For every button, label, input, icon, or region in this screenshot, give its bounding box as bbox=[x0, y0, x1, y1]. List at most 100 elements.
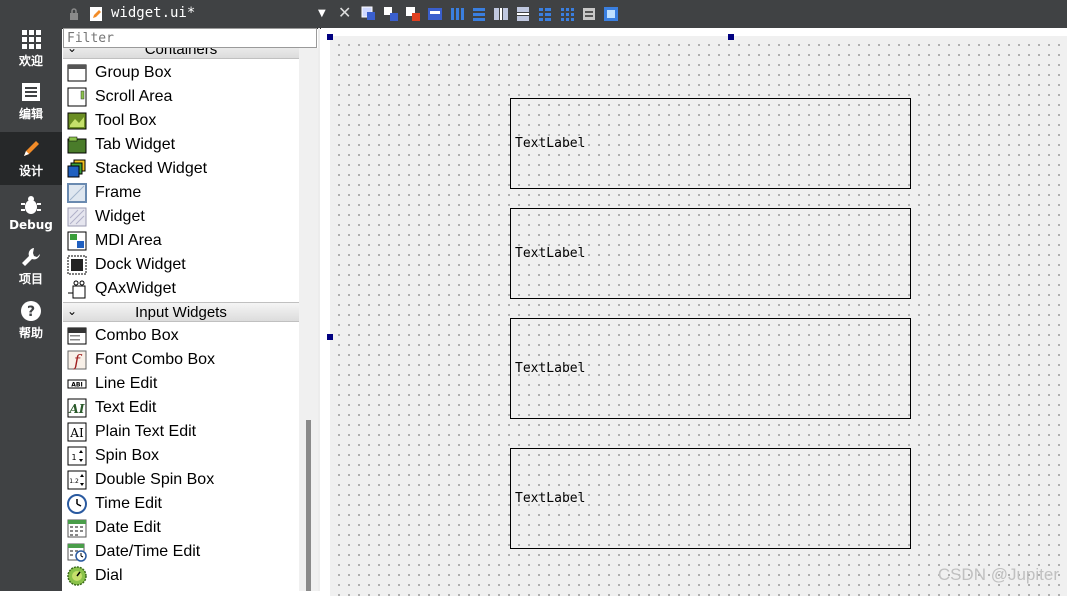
widget-box-panel: ⌄ Containers Group Box Scroll Area Tool … bbox=[63, 48, 299, 591]
scroll-area-icon bbox=[67, 87, 87, 107]
resize-handle[interactable] bbox=[327, 34, 333, 40]
layout-horizontal-icon[interactable] bbox=[448, 5, 466, 23]
widget-item-plain-text-edit[interactable]: AI Plain Text Edit bbox=[63, 420, 299, 444]
category-header-input-widgets[interactable]: ⌄ Input Widgets bbox=[63, 302, 299, 322]
pencil-icon bbox=[24, 141, 39, 156]
time-edit-icon bbox=[67, 494, 87, 514]
widget-item-stacked-widget[interactable]: Stacked Widget bbox=[63, 157, 299, 181]
widget-item-double-spin-box[interactable]: 1.2 Double Spin Box bbox=[63, 468, 299, 492]
lock-icon bbox=[70, 8, 78, 20]
help-icon: ? bbox=[21, 301, 41, 321]
resize-handle[interactable] bbox=[728, 34, 734, 40]
close-file-icon[interactable]: ✕ bbox=[338, 3, 351, 22]
dial-icon bbox=[67, 566, 87, 586]
widget-item-text-edit[interactable]: AI Text Edit bbox=[63, 396, 299, 420]
widget-item-spin-box[interactable]: 1 Spin Box bbox=[63, 444, 299, 468]
widget-item-tool-box[interactable]: Tool Box bbox=[63, 109, 299, 133]
svg-text:?: ? bbox=[27, 304, 35, 320]
open-file-name[interactable]: widget.ui* bbox=[111, 5, 195, 21]
font-combo-box-icon: f bbox=[67, 350, 87, 370]
layout-grid-icon[interactable] bbox=[558, 5, 576, 23]
mode-label: 欢迎 bbox=[18, 54, 43, 68]
spin-box-icon: 1 bbox=[67, 446, 87, 466]
chevron-down-icon: ⌄ bbox=[67, 48, 78, 55]
group-box-icon bbox=[67, 64, 87, 82]
edit-buddies-icon[interactable] bbox=[404, 5, 422, 23]
watermark: CSDN @Jupiter bbox=[937, 565, 1059, 584]
svg-text:AI: AI bbox=[69, 402, 85, 416]
svg-text:AI: AI bbox=[69, 426, 84, 440]
mdi-area-icon bbox=[67, 231, 87, 251]
editor-toolbar: widget.ui* ▼ ✕ bbox=[62, 0, 1067, 29]
resize-handle[interactable] bbox=[327, 334, 333, 340]
grid-icon bbox=[22, 30, 41, 49]
file-dropdown-icon[interactable]: ▼ bbox=[318, 8, 326, 19]
tool-box-icon bbox=[67, 112, 87, 130]
widget-item-dock-widget[interactable]: Dock Widget bbox=[63, 253, 299, 277]
svg-text:ABI: ABI bbox=[71, 382, 82, 389]
widget-item-widget[interactable]: Widget bbox=[63, 205, 299, 229]
adjust-size-icon[interactable] bbox=[602, 5, 620, 23]
document-icon bbox=[22, 83, 40, 101]
dock-widget-icon bbox=[67, 255, 87, 275]
qaxwidget-icon bbox=[68, 280, 86, 299]
widget-item-mdi-area[interactable]: MDI Area bbox=[63, 229, 299, 253]
plain-text-edit-icon: AI bbox=[67, 422, 87, 442]
combo-box-icon bbox=[67, 327, 87, 345]
frame-icon bbox=[67, 183, 87, 203]
mode-welcome[interactable]: 欢迎 bbox=[0, 22, 62, 75]
mode-design[interactable]: 设计 bbox=[0, 132, 62, 185]
layout-vertical-icon[interactable] bbox=[470, 5, 488, 23]
widget-item-date-edit[interactable]: Date Edit bbox=[63, 516, 299, 540]
mode-debug[interactable]: Debug bbox=[0, 186, 62, 239]
svg-text:1.2: 1.2 bbox=[69, 478, 79, 485]
text-label-1[interactable]: TextLabel bbox=[510, 98, 911, 189]
widget-icon bbox=[67, 207, 87, 227]
mode-bar: 欢迎 编辑 设计 Debug 项目 ? 帮助 bbox=[0, 0, 62, 591]
text-edit-icon: AI bbox=[67, 398, 87, 418]
double-spin-box-icon: 1.2 bbox=[67, 470, 87, 490]
edit-signals-slots-icon[interactable] bbox=[382, 5, 400, 23]
widget-item-combo-box[interactable]: Combo Box bbox=[63, 324, 299, 348]
text-label-4[interactable]: TextLabel bbox=[510, 448, 911, 549]
widget-item-font-combo-box[interactable]: f Font Combo Box bbox=[63, 348, 299, 372]
widget-item-tab-widget[interactable]: Tab Widget bbox=[63, 133, 299, 157]
widget-item-scroll-area[interactable]: Scroll Area bbox=[63, 85, 299, 109]
widget-item-datetime-edit[interactable]: Date/Time Edit bbox=[63, 540, 299, 564]
text-label-2[interactable]: TextLabel bbox=[510, 208, 911, 299]
layout-form-icon[interactable] bbox=[536, 5, 554, 23]
widget-item-frame[interactable]: Frame bbox=[63, 181, 299, 205]
edit-widgets-icon[interactable] bbox=[360, 5, 378, 23]
layout-h-splitter-icon[interactable] bbox=[492, 5, 510, 23]
mode-label: 编辑 bbox=[18, 107, 43, 121]
tab-widget-icon bbox=[67, 136, 87, 154]
category-header-containers[interactable]: ⌄ Containers bbox=[63, 48, 299, 59]
widget-box-scroll-thumb[interactable] bbox=[306, 420, 311, 591]
stacked-widget-icon bbox=[67, 159, 86, 178]
mode-label: Debug bbox=[9, 217, 53, 232]
mode-label: 帮助 bbox=[18, 326, 43, 340]
design-canvas: TextLabel TextLabel TextLabel TextLabel … bbox=[321, 28, 1067, 596]
layout-v-splitter-icon[interactable] bbox=[514, 5, 532, 23]
widget-item-dial[interactable]: Dial bbox=[63, 564, 299, 588]
widget-item-line-edit[interactable]: ABI Line Edit bbox=[63, 372, 299, 396]
break-layout-icon[interactable] bbox=[580, 5, 598, 23]
mode-edit[interactable]: 编辑 bbox=[0, 75, 62, 128]
widget-item-group-box[interactable]: Group Box bbox=[63, 61, 299, 85]
mode-projects[interactable]: 项目 bbox=[0, 240, 62, 293]
svg-text:1: 1 bbox=[71, 453, 76, 462]
widget-item-qaxwidget[interactable]: QAxWidget bbox=[63, 277, 299, 301]
ui-file-icon bbox=[90, 7, 102, 21]
text-label-3[interactable]: TextLabel bbox=[510, 318, 911, 419]
form-surface[interactable]: TextLabel TextLabel TextLabel TextLabel bbox=[330, 36, 1067, 596]
widget-filter-input[interactable] bbox=[63, 28, 317, 48]
line-edit-icon: ABI bbox=[67, 379, 87, 389]
panel-splitter[interactable] bbox=[318, 28, 320, 591]
mode-help[interactable]: ? 帮助 bbox=[0, 294, 62, 347]
chevron-down-icon: ⌄ bbox=[67, 304, 78, 318]
edit-tab-order-icon[interactable] bbox=[426, 5, 444, 23]
wrench-icon bbox=[22, 248, 40, 266]
datetime-edit-icon bbox=[67, 543, 87, 562]
form-editor-tools bbox=[360, 5, 620, 23]
widget-item-time-edit[interactable]: Time Edit bbox=[63, 492, 299, 516]
